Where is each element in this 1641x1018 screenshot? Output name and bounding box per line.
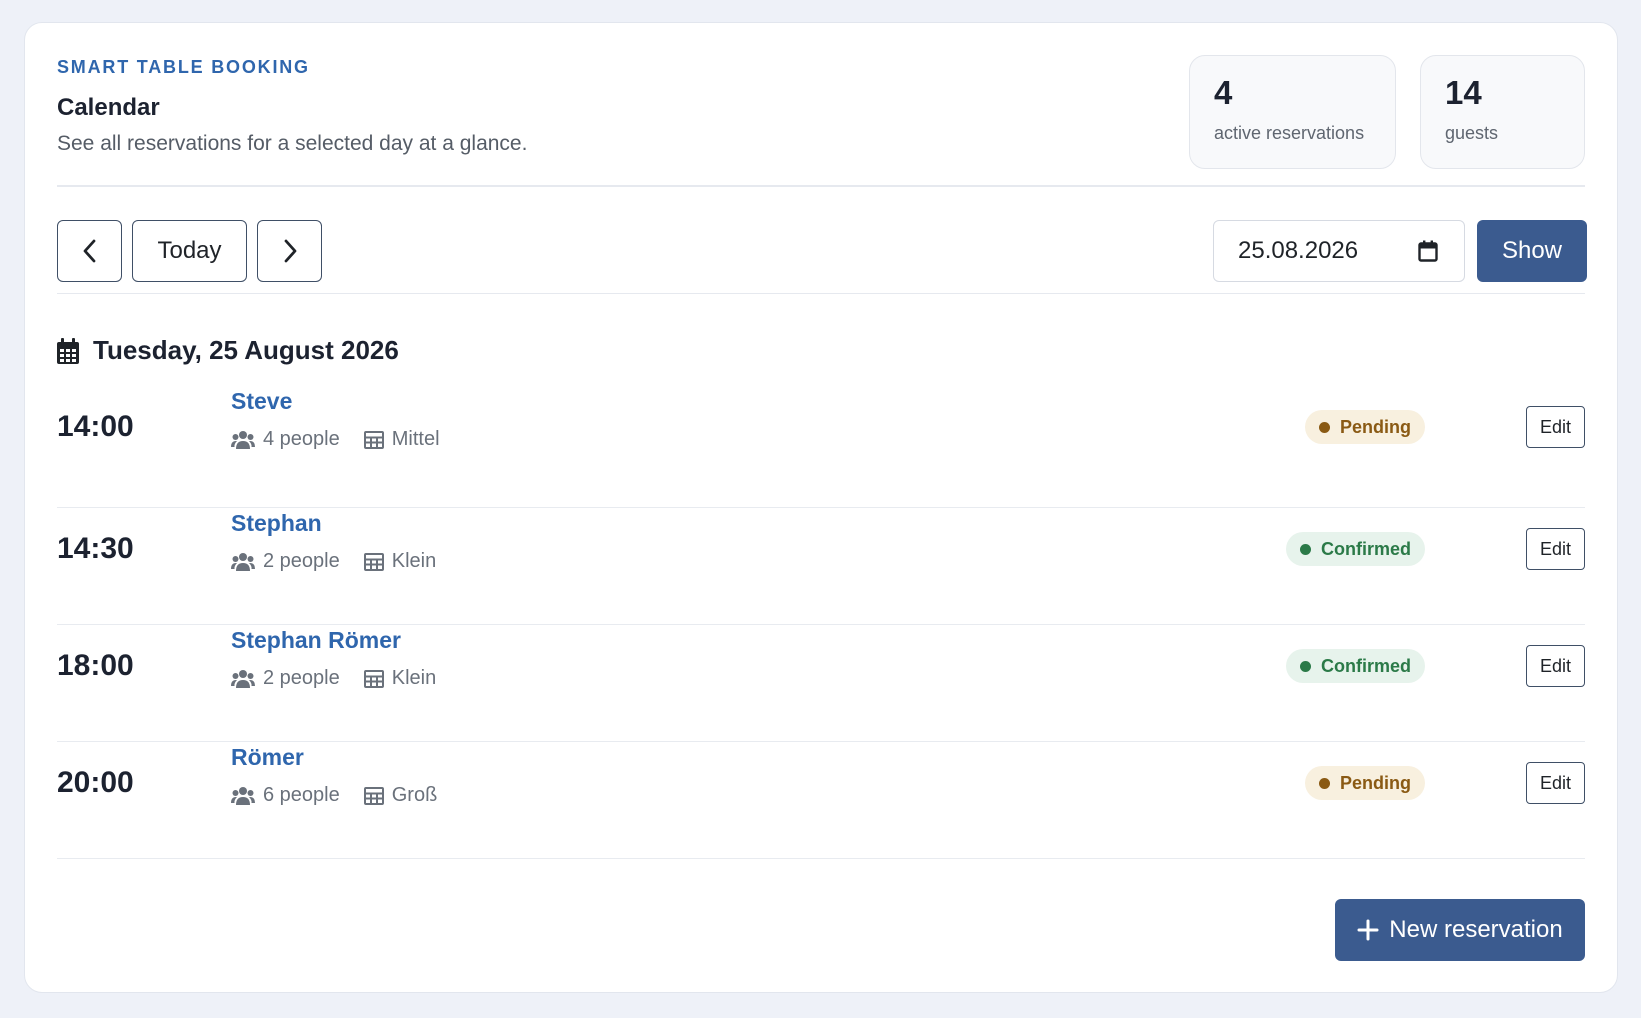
reservation-row: 14:30 Stephan 2 people Klein Confirmed E… <box>57 488 1585 610</box>
reservation-meta: 4 people Mittel <box>231 428 440 451</box>
stat-label: active reservations <box>1214 123 1365 143</box>
stat-label: guests <box>1445 123 1499 143</box>
status-badge: Confirmed <box>1286 649 1425 683</box>
today-button[interactable]: Today <box>132 220 247 282</box>
status-dot <box>1319 421 1330 433</box>
people-count: 2 people <box>263 667 340 689</box>
date-input[interactable]: 25.08.2026 <box>1213 220 1465 282</box>
edit-button[interactable]: Edit <box>1526 645 1585 687</box>
app-eyebrow: SMART TABLE BOOKING <box>57 57 310 77</box>
chevron-right-icon <box>284 239 296 263</box>
reservation-time: 14:30 <box>57 532 134 565</box>
page-header: SMART TABLE BOOKING Calendar See all res… <box>57 57 527 156</box>
reservation-meta: 6 people Groß <box>231 784 437 807</box>
status-badge: Confirmed <box>1286 532 1425 566</box>
people-icon <box>231 552 255 572</box>
edit-button[interactable]: Edit <box>1526 406 1585 448</box>
edit-button[interactable]: Edit <box>1526 762 1585 804</box>
calendar-card: SMART TABLE BOOKING Calendar See all res… <box>24 22 1618 993</box>
status-badge: Pending <box>1305 410 1425 444</box>
reservation-time: 20:00 <box>57 766 134 799</box>
page-subtitle: See all reservations for a selected day … <box>57 132 528 155</box>
people-count: 4 people <box>263 428 340 450</box>
people-icon <box>231 669 255 689</box>
people-icon <box>231 430 255 450</box>
status-dot <box>1300 660 1311 672</box>
table-icon <box>363 430 384 449</box>
stats-group: 4 active reservations 14 guests <box>1189 55 1585 169</box>
reservation-name-link[interactable]: Stephan Römer <box>231 627 401 654</box>
reservation-meta: 2 people Klein <box>231 667 436 690</box>
table-name: Groß <box>391 784 438 806</box>
reservation-row: 18:00 Stephan Römer 2 people Klein Confi… <box>57 605 1585 727</box>
toolbar-divider <box>57 293 1585 294</box>
table-icon <box>363 669 384 688</box>
reservation-time: 18:00 <box>57 649 134 682</box>
table-icon <box>363 552 384 571</box>
row-divider <box>57 858 1585 859</box>
table-name: Mittel <box>391 428 440 450</box>
day-heading: Tuesday, 25 August 2026 <box>57 335 399 366</box>
show-button[interactable]: Show <box>1477 220 1587 282</box>
next-day-button[interactable] <box>257 220 322 282</box>
edit-button[interactable]: Edit <box>1526 528 1585 570</box>
calendar-icon <box>57 337 79 364</box>
calendar-icon[interactable] <box>1418 240 1438 269</box>
status-text: Pending <box>1340 772 1411 793</box>
page-title: Calendar <box>57 94 160 121</box>
header-divider <box>57 185 1585 187</box>
status-badge: Pending <box>1305 766 1425 800</box>
date-input-value: 25.08.2026 <box>1238 237 1359 264</box>
people-count: 6 people <box>263 784 340 806</box>
status-dot <box>1300 543 1311 555</box>
chevron-left-icon <box>83 239 95 263</box>
reservation-row: 20:00 Römer 6 people Groß Pending Edit <box>57 722 1585 844</box>
new-reservation-button[interactable]: New reservation <box>1335 899 1585 961</box>
table-icon <box>363 786 384 805</box>
status-text: Confirmed <box>1321 655 1411 676</box>
plus-icon <box>1357 919 1379 941</box>
status-text: Pending <box>1340 416 1411 437</box>
date-navigation: Today <box>57 220 322 282</box>
status-text: Confirmed <box>1321 538 1411 559</box>
reservation-name-link[interactable]: Steve <box>231 388 292 415</box>
stat-active-reservations: 4 active reservations <box>1189 55 1396 169</box>
reservation-row: 14:00 Steve 4 people Mittel Pending Edit <box>57 366 1585 488</box>
previous-day-button[interactable] <box>57 220 122 282</box>
stat-value: 14 <box>1445 74 1482 111</box>
table-name: Klein <box>391 667 437 689</box>
reservation-name-link[interactable]: Stephan <box>231 510 322 537</box>
reservation-name-link[interactable]: Römer <box>231 744 304 771</box>
new-reservation-label: New reservation <box>1389 916 1563 943</box>
people-count: 2 people <box>263 550 340 572</box>
table-name: Klein <box>391 550 437 572</box>
day-heading-text: Tuesday, 25 August 2026 <box>93 335 399 365</box>
reservation-meta: 2 people Klein <box>231 550 436 573</box>
stat-guests: 14 guests <box>1420 55 1585 169</box>
reservation-time: 14:00 <box>57 410 134 443</box>
people-icon <box>231 786 255 806</box>
stat-value: 4 <box>1214 74 1233 111</box>
status-dot <box>1319 777 1330 789</box>
